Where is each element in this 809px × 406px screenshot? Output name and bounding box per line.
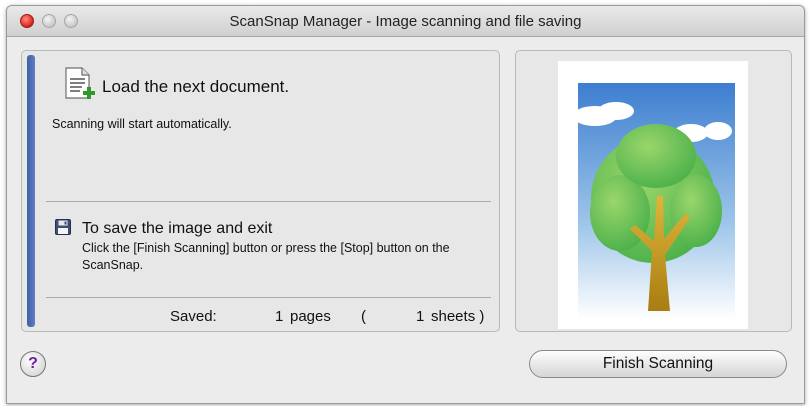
saved-label: Saved: [170, 308, 217, 325]
divider [46, 201, 491, 202]
progress-strip [27, 55, 35, 327]
instructions-panel: Load the next document. Scanning will st… [21, 50, 500, 332]
tree-illustration [573, 83, 735, 319]
floppy-disk-icon [55, 219, 71, 235]
sheets-count: 1 [416, 308, 425, 325]
save-exit-description: Click the [Finish Scanning] button or pr… [82, 241, 450, 272]
open-paren: ( [361, 308, 366, 325]
save-exit-title: To save the image and exit [82, 220, 273, 237]
title-bar[interactable]: ScanSnap Manager - Image scanning and fi… [7, 6, 804, 37]
document-add-icon [65, 67, 95, 99]
scansnap-window: ScanSnap Manager - Image scanning and fi… [6, 5, 805, 404]
divider [46, 297, 491, 298]
pages-unit: pages [290, 308, 331, 325]
auto-scan-text: Scanning will start automatically. [52, 117, 232, 131]
finish-scanning-button[interactable]: Finish Scanning [529, 350, 787, 378]
pages-count: 1 [275, 308, 284, 325]
preview-panel [515, 50, 792, 332]
load-next-title: Load the next document. [102, 77, 290, 96]
sheets-unit: sheets ) [431, 308, 485, 325]
scanned-page-preview [558, 61, 748, 329]
window-title: ScanSnap Manager - Image scanning and fi… [229, 13, 582, 30]
help-icon[interactable]: ? [20, 351, 46, 377]
